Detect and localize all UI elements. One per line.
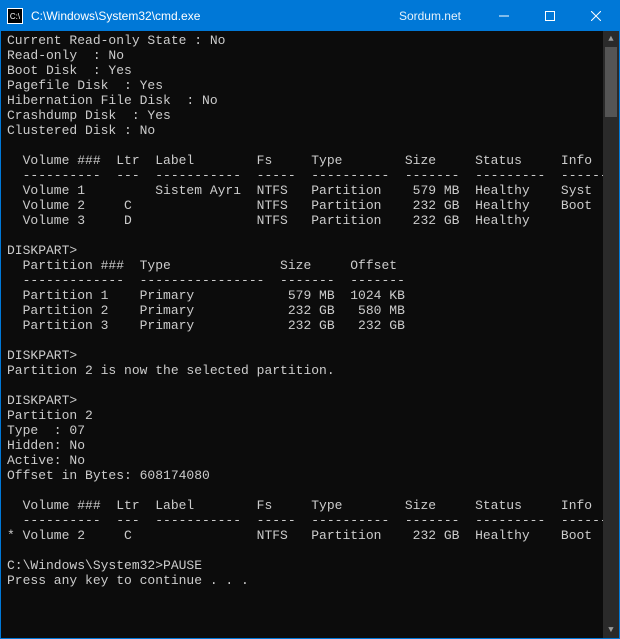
close-button[interactable]: [573, 1, 619, 31]
minimize-icon: [499, 11, 509, 21]
scroll-down-button[interactable]: ▼: [603, 622, 619, 638]
terminal-area: Current Read-only State : No Read-only :…: [1, 31, 619, 638]
terminal-output[interactable]: Current Read-only State : No Read-only :…: [1, 31, 603, 638]
close-icon: [591, 11, 601, 21]
chevron-up-icon: ▲: [608, 34, 613, 44]
scroll-track[interactable]: [603, 47, 619, 622]
chevron-down-icon: ▼: [608, 625, 613, 635]
maximize-icon: [545, 11, 555, 21]
maximize-button[interactable]: [527, 1, 573, 31]
minimize-button[interactable]: [481, 1, 527, 31]
titlebar[interactable]: C:\ C:\Windows\System32\cmd.exe Sordum.n…: [1, 1, 619, 31]
watermark-text: Sordum.net: [399, 9, 461, 23]
window-icon: C:\: [7, 8, 23, 24]
cmd-window: C:\ C:\Windows\System32\cmd.exe Sordum.n…: [0, 0, 620, 639]
window-title: C:\Windows\System32\cmd.exe: [29, 9, 202, 23]
scroll-thumb[interactable]: [605, 47, 617, 117]
vertical-scrollbar[interactable]: ▲ ▼: [603, 31, 619, 638]
scroll-up-button[interactable]: ▲: [603, 31, 619, 47]
